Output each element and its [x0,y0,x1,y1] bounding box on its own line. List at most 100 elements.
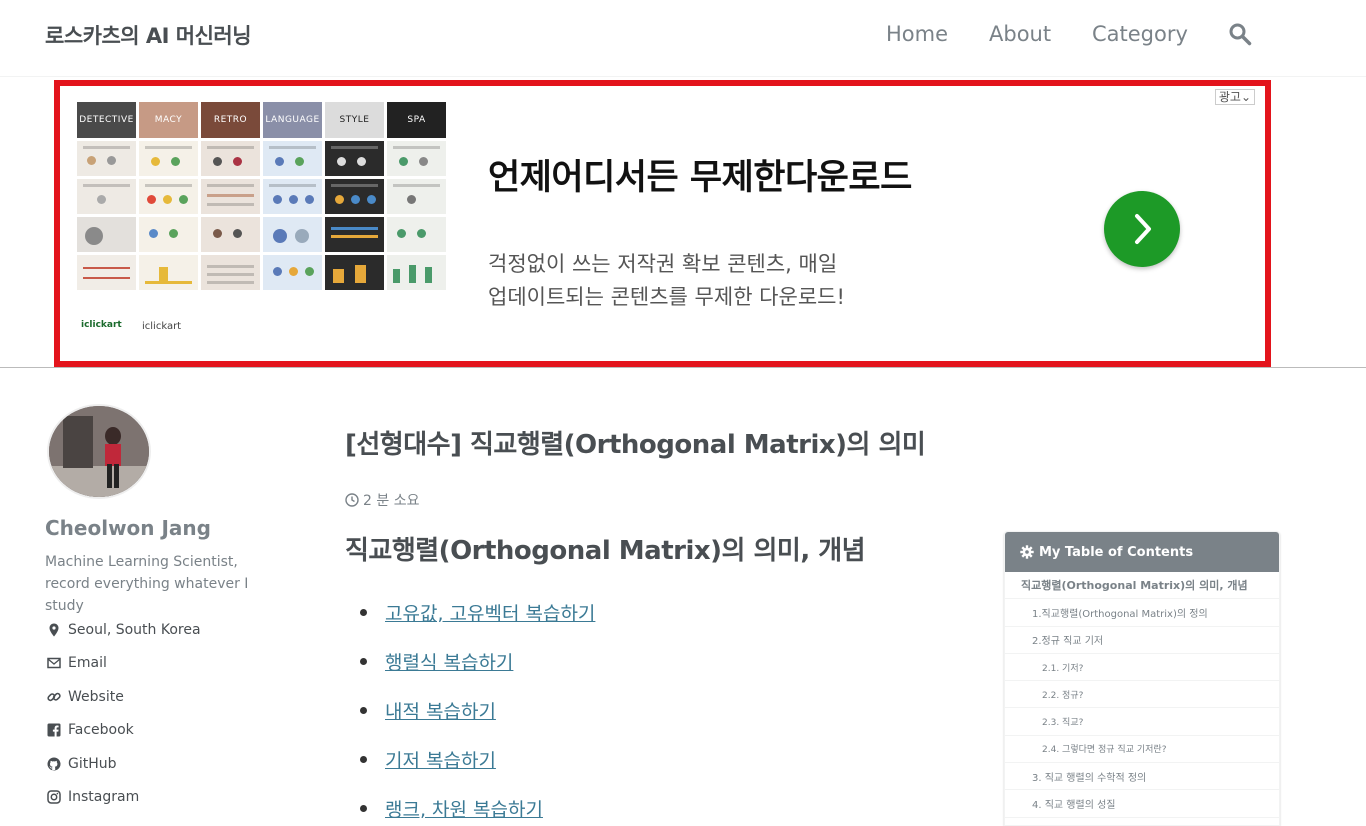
list-item: 행렬식 복습하기 [360,637,595,686]
ad-brand-name: iclickart [142,321,182,332]
facebook-icon [47,723,61,738]
link-icon [47,692,61,701]
toc-item[interactable]: 1.직교행렬(Orthogonal Matrix)의 정의 [1005,599,1279,627]
toc-item[interactable]: 직교행렬(Orthogonal Matrix)의 의미, 개념 [1005,572,1279,600]
ad-thumb [201,179,260,214]
iclickart-logo: iclickart [81,320,122,330]
author-link-email[interactable]: Email [47,647,201,681]
ad-open-button[interactable] [1104,191,1180,267]
author-link-instagram[interactable]: Instagram [47,781,201,815]
gear-icon [1020,545,1034,559]
clock-icon [345,493,359,507]
ad-thumbnail-grid: DETECTIVE MACY RETRO LANGUAGE STYLE SPA [77,102,446,292]
ad-thumb [263,255,322,290]
map-marker-icon [49,623,59,637]
ad-thumb [325,255,384,290]
ad-headline[interactable]: 언제어디서든 무제한다운로드 [488,149,912,200]
ad-thumb [139,255,198,290]
toc-item[interactable]: 2.4. 그렇다면 정규 직교 기저란? [1005,736,1279,764]
page-title: [선형대수] 직교행렬(Orthogonal Matrix)의 의미 [345,430,926,460]
toc-header: My Table of Contents [1005,532,1279,572]
ad-thumb [77,217,136,252]
ad-thumb [77,179,136,214]
list-item: 기저 복습하기 [360,735,595,784]
ad-description-line: 업데이트되는 콘텐츠를 무제한 다운로드! [488,285,845,309]
review-link[interactable]: 고유값, 고유벡터 복습하기 [385,599,595,626]
list-item: 고유값, 고유벡터 복습하기 [360,588,595,637]
toc-list: 직교행렬(Orthogonal Matrix)의 의미, 개념 1.직교행렬(O… [1005,572,1279,818]
table-of-contents: My Table of Contents 직교행렬(Orthogonal Mat… [1004,531,1280,826]
toc-item[interactable]: 2.정규 직교 기저 [1005,627,1279,654]
ad-thumb-macy: MACY [139,102,198,138]
ad-thumb [201,217,260,252]
ad-thumb-spa: SPA [387,102,446,138]
ad-thumb [387,141,446,176]
ad-thumb [325,217,384,252]
nav-home-link[interactable]: Home [886,22,948,46]
instagram-icon [47,790,61,804]
author-link-github[interactable]: GitHub [47,747,201,781]
avatar [47,404,151,499]
author-location: Seoul, South Korea [47,613,201,647]
ad-thumb [139,141,198,176]
author-link-label: Seoul, South Korea [68,621,201,638]
list-item: 랭크, 차원 복습하기 [360,784,595,826]
toc-title: My Table of Contents [1039,544,1194,560]
author-bio: Machine Learning Scientist, record every… [45,554,249,614]
section-heading: 직교행렬(Orthogonal Matrix)의 의미, 개념 [345,536,866,566]
ad-thumb-style: STYLE [325,102,384,138]
author-link-label: Website [68,688,124,705]
author-link-website[interactable]: Website [47,680,201,714]
read-time: 2 분 소요 [345,490,419,510]
chevron-right-icon [1135,214,1151,244]
ad-thumb-detective: DETECTIVE [77,102,136,138]
author-link-facebook[interactable]: Facebook [47,714,201,748]
ad-thumb [77,255,136,290]
email-icon [47,658,61,669]
author-name: Cheolwon Jang [45,516,211,540]
toc-item[interactable]: 2.2. 정규? [1005,681,1279,709]
list-item: 내적 복습하기 [360,686,595,735]
ad-thumb [387,217,446,252]
ad-thumb [139,179,198,214]
masthead: 로스카츠의 AI 머신러닝 Home About Category [0,0,1366,77]
review-link[interactable]: 랭크, 차원 복습하기 [385,795,543,822]
ad-thumb [139,217,198,252]
ad-thumb [263,179,322,214]
author-link-label: GitHub [68,755,117,772]
review-link[interactable]: 기저 복습하기 [385,746,496,773]
nav-about-link[interactable]: About [989,22,1051,46]
search-icon[interactable] [1228,22,1254,48]
header-divider [0,367,1366,368]
ad-thumb [263,141,322,176]
ad-thumb [77,141,136,176]
ad-description: 걱정없이 쓰는 저작권 확보 콘텐츠, 매일 업데이트되는 콘텐츠를 무제한 다… [488,248,968,314]
review-link-list: 고유값, 고유벡터 복습하기 행렬식 복습하기 내적 복습하기 기저 복습하기 … [360,588,595,826]
review-link[interactable]: 행렬식 복습하기 [385,648,513,675]
author-link-label: Facebook [68,722,134,739]
toc-item[interactable]: 2.3. 직교? [1005,708,1279,736]
author-link-label: Email [68,655,107,672]
site-title[interactable]: 로스카츠의 AI 머신러닝 [45,20,252,50]
author-link-label: Instagram [68,789,140,806]
ad-description-line: 걱정없이 쓰는 저작권 확보 콘텐츠, 매일 [488,252,838,276]
nav-category-link[interactable]: Category [1092,22,1188,46]
github-icon [47,757,61,771]
ad-thumb [387,255,446,290]
toc-item[interactable]: 2.1. 기저? [1005,654,1279,682]
author-links: Seoul, South Korea Email Website Faceboo… [47,613,201,814]
toc-item[interactable]: 3. 직교 행렬의 수학적 정의 [1005,763,1279,791]
review-link[interactable]: 내적 복습하기 [385,697,496,724]
read-time-label: 2 분 소요 [363,493,420,509]
advertisement-banner[interactable]: 광고⌄ DETECTIVE MACY RETRO LANGUAGE STYLE … [54,80,1271,367]
ad-thumb [201,141,260,176]
ad-thumb [387,179,446,214]
ad-thumb [325,141,384,176]
toc-item[interactable]: 4. 직교 행렬의 성질 [1005,790,1279,818]
ad-thumb-language: LANGUAGE [263,102,322,138]
ad-thumb [325,179,384,214]
ad-label[interactable]: 광고⌄ [1214,89,1255,105]
ad-thumb [201,255,260,290]
ad-thumb [263,217,322,252]
ad-thumb-retro: RETRO [201,102,260,138]
